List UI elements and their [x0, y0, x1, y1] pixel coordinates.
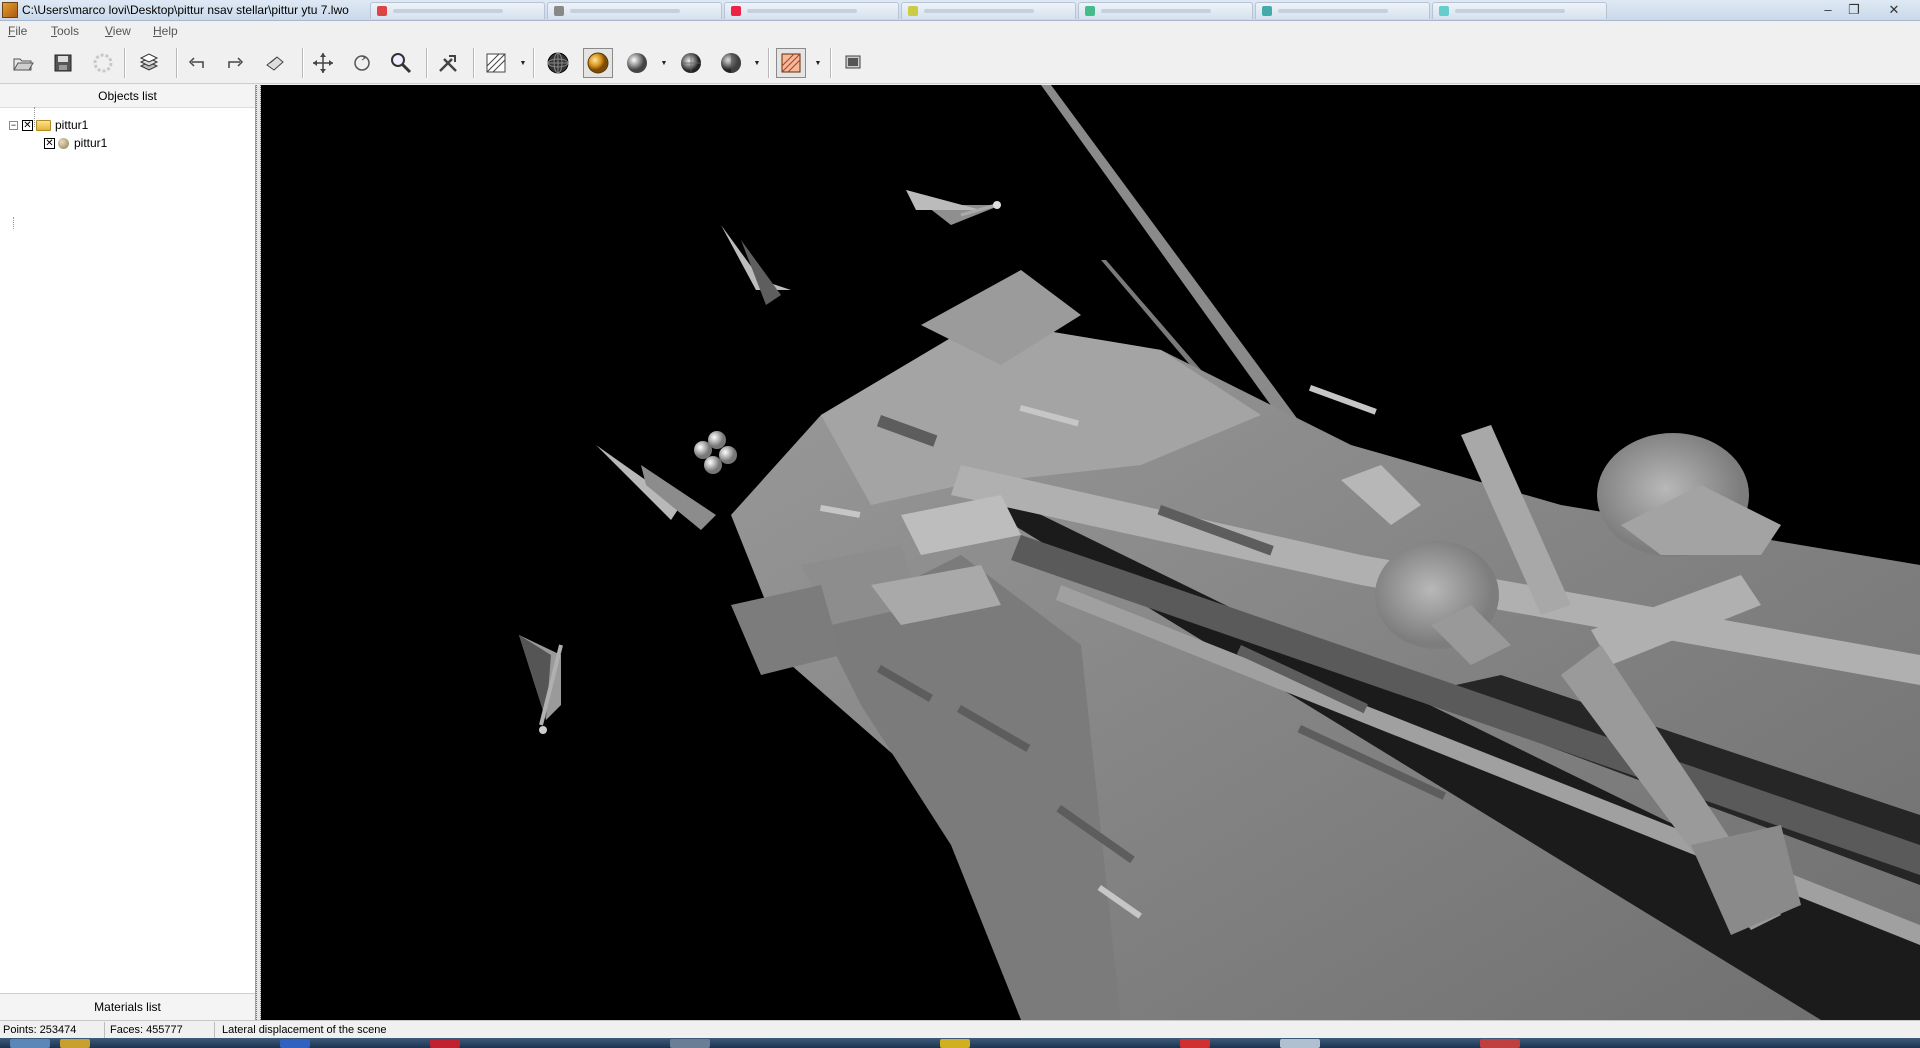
menu-tools[interactable]: Tools — [51, 24, 79, 38]
background-browser-tabs — [370, 2, 1607, 19]
toolbar-separator — [426, 48, 428, 78]
tools-icon[interactable] — [433, 48, 463, 78]
save-icon[interactable] — [48, 48, 78, 78]
tree-line — [13, 217, 14, 229]
app-icon — [2, 2, 18, 18]
objects-list-header: Objects list — [0, 85, 255, 108]
title-bar: C:\Users\marco lovi\Desktop\pittur nsav … — [0, 0, 1920, 21]
flat-sphere-icon[interactable] — [676, 48, 706, 78]
menu-bar: File Tools View Help — [0, 21, 1920, 42]
open-icon[interactable] — [8, 48, 38, 78]
background-tab[interactable] — [1432, 2, 1607, 19]
fin — [596, 445, 681, 520]
texture-icon[interactable] — [776, 48, 806, 78]
reload-icon[interactable] — [88, 48, 118, 78]
collapse-icon[interactable]: − — [9, 120, 18, 130]
taskbar-app[interactable] — [1480, 1039, 1520, 1048]
redo-icon[interactable] — [220, 48, 250, 78]
sphere-dropdown-arrow[interactable]: ▼ — [752, 48, 762, 78]
grid-dropdown-arrow[interactable]: ▼ — [518, 48, 528, 78]
rotate-icon[interactable] — [347, 48, 377, 78]
toolbar-separator — [176, 48, 178, 78]
half-sphere-icon[interactable] — [716, 48, 746, 78]
status-separator — [104, 1022, 105, 1038]
menu-file[interactable]: File — [8, 24, 27, 38]
tree-item-label: pittur1 — [74, 136, 108, 150]
wireframe-sphere-icon[interactable] — [543, 48, 573, 78]
background-tab[interactable] — [1255, 2, 1430, 19]
tree-item-child[interactable]: ✕ pittur1 — [44, 135, 107, 151]
faces-count: Faces: 455777 — [110, 1024, 183, 1036]
start-button[interactable] — [10, 1039, 50, 1048]
fin — [721, 225, 791, 290]
spaceship-model-render — [519, 85, 1920, 1020]
folder-icon — [36, 119, 51, 131]
taskbar-app[interactable] — [430, 1039, 460, 1048]
taskbar-app[interactable] — [1280, 1039, 1320, 1048]
zoom-icon[interactable] — [386, 48, 416, 78]
hand-icon[interactable] — [260, 48, 290, 78]
toolbar-separator — [533, 48, 535, 78]
smooth-sphere-icon[interactable] — [622, 48, 652, 78]
toolbar-separator — [768, 48, 770, 78]
taskbar-app[interactable] — [280, 1039, 310, 1048]
objects-panel: Objects list − ✕ pittur1 ✕ pittur1 Mater… — [0, 85, 256, 1020]
menu-view[interactable]: View — [105, 24, 131, 38]
material-ball-icon — [58, 137, 69, 149]
toolbar-separator — [302, 48, 304, 78]
points-count: Points: 253474 — [3, 1024, 77, 1036]
visibility-checkbox[interactable]: ✕ — [22, 119, 33, 131]
taskbar-app[interactable] — [1180, 1039, 1210, 1048]
tree-item-label: pittur1 — [55, 118, 89, 132]
toolbar-separator — [830, 48, 832, 78]
screenshot-icon[interactable] — [838, 48, 868, 78]
status-message: Lateral displacement of the scene — [222, 1024, 387, 1036]
background-tab[interactable] — [1078, 2, 1253, 19]
maximize-button[interactable]: ❐ — [1842, 1, 1866, 18]
toolbar-separator — [473, 48, 475, 78]
shaded-sphere-icon[interactable] — [583, 48, 613, 78]
background-tab[interactable] — [547, 2, 722, 19]
menu-help[interactable]: Help — [153, 24, 178, 38]
background-tab[interactable] — [370, 2, 545, 19]
minimize-button[interactable]: – — [1816, 1, 1840, 18]
toolbar: ▼ ▼ ▼ ▼ — [0, 42, 1920, 84]
move-icon[interactable] — [308, 48, 338, 78]
taskbar-app[interactable] — [60, 1039, 90, 1048]
shading-dropdown-arrow[interactable]: ▼ — [659, 48, 669, 78]
close-button[interactable]: ✕ — [1882, 1, 1906, 18]
undo-icon[interactable] — [182, 48, 212, 78]
os-taskbar — [0, 1038, 1920, 1048]
layers-icon[interactable] — [134, 48, 164, 78]
visibility-checkbox[interactable]: ✕ — [44, 137, 55, 149]
grid-icon[interactable] — [481, 48, 511, 78]
taskbar-app[interactable] — [670, 1039, 710, 1048]
materials-list-header[interactable]: Materials list — [0, 993, 255, 1020]
3d-viewport[interactable] — [261, 85, 1920, 1020]
window-title: C:\Users\marco lovi\Desktop\pittur nsav … — [22, 3, 349, 17]
tree-item-root[interactable]: − ✕ pittur1 — [9, 117, 88, 133]
status-bar: Points: 253474 Faces: 455777 Lateral dis… — [0, 1020, 1920, 1039]
taskbar-app[interactable] — [940, 1039, 970, 1048]
background-tab[interactable] — [724, 2, 899, 19]
status-separator — [214, 1022, 215, 1038]
toolbar-separator — [124, 48, 126, 78]
background-tab[interactable] — [901, 2, 1076, 19]
texture-dropdown-arrow[interactable]: ▼ — [813, 48, 823, 78]
